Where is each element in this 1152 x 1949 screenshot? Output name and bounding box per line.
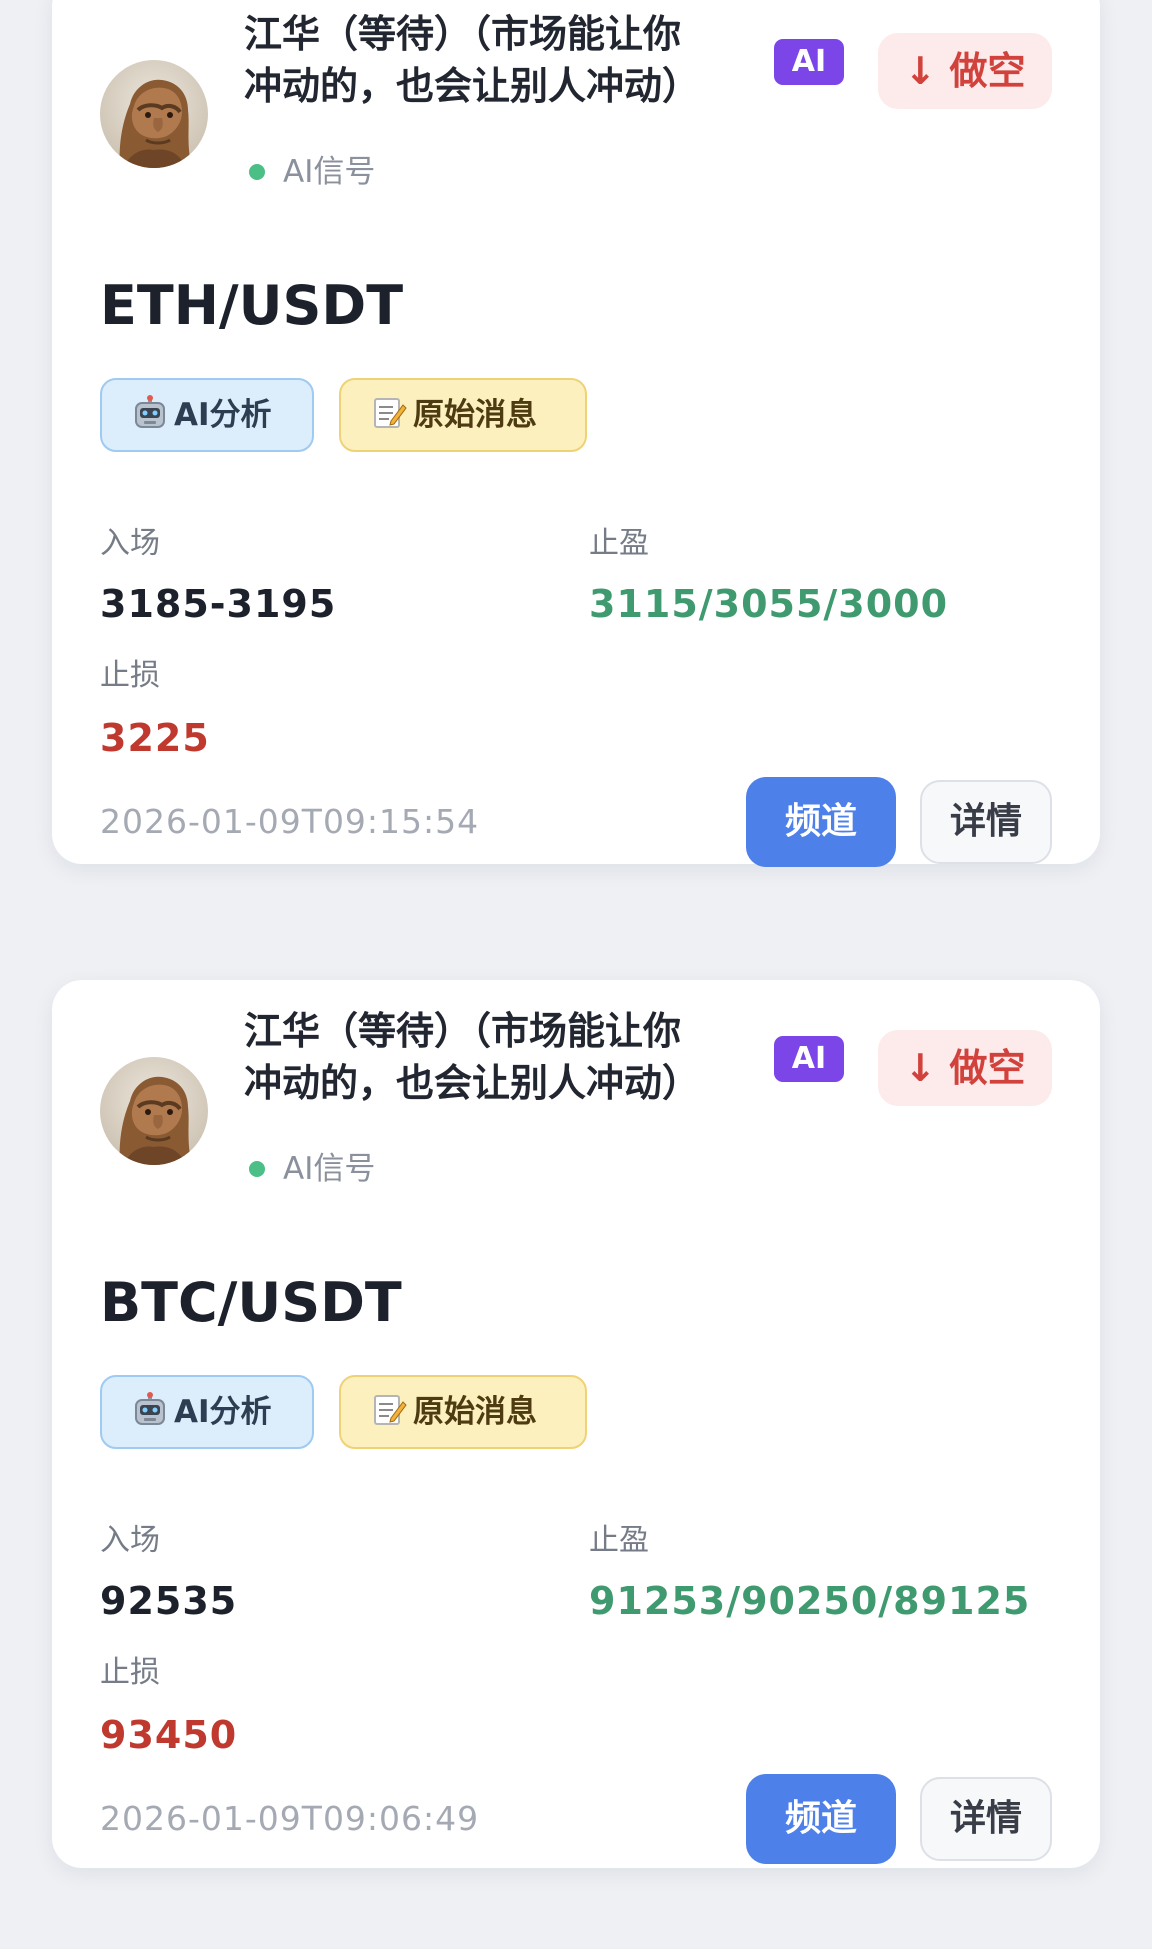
ai-badge: AI	[774, 39, 844, 85]
entry-label: 入场	[100, 1523, 160, 1558]
stop-loss-value: 93450	[100, 1713, 238, 1757]
stop-loss-value: 3225	[100, 716, 210, 760]
author-avatar[interactable]	[100, 1057, 208, 1165]
take-profit-label: 止盈	[589, 526, 649, 561]
ai-analysis-tag[interactable]: AI分析	[100, 1375, 314, 1449]
ai-badge: AI	[774, 1036, 844, 1082]
status-dot-icon	[249, 1160, 265, 1177]
ai-analysis-label: AI分析	[174, 397, 272, 433]
status-dot-icon	[249, 163, 265, 180]
take-profit-value: 3115/3055/3000	[589, 582, 949, 626]
detail-button[interactable]: 详情	[920, 780, 1052, 864]
author-name-line2: 冲动的，也会让别人冲动）	[244, 1061, 701, 1105]
signal-source-label: AI信号	[283, 1151, 376, 1187]
stop-loss-label: 止损	[100, 658, 160, 693]
memo-icon	[374, 1395, 407, 1425]
ape-avatar-icon	[100, 60, 208, 168]
direction-badge: ↓ 做空	[878, 1030, 1052, 1106]
entry-value: 3185-3195	[100, 582, 337, 626]
signal-card: 江华（等待）（市场能让你 冲动的，也会让别人冲动） AI ↓ 做空 AI信号 E…	[52, 0, 1100, 867]
trading-pair: ETH/USDT	[100, 274, 404, 337]
robot-icon	[135, 395, 165, 428]
raw-message-tag[interactable]: 原始消息	[339, 378, 587, 452]
author-name[interactable]: 江华（等待）（市场能让你 冲动的，也会让别人冲动）	[244, 1005, 764, 1109]
entry-label: 入场	[100, 526, 160, 561]
signal-timestamp: 2026-01-09T09:15:54	[100, 802, 480, 841]
author-name-line1: 江华（等待）（市场能让你	[244, 1009, 682, 1053]
signal-card: 江华（等待）（市场能让你 冲动的，也会让别人冲动） AI ↓ 做空 AI信号 B…	[52, 980, 1100, 1868]
channel-button[interactable]: 频道	[746, 1774, 896, 1864]
raw-message-tag[interactable]: 原始消息	[339, 1375, 587, 1449]
take-profit-label: 止盈	[589, 1523, 649, 1558]
channel-button[interactable]: 频道	[746, 777, 896, 867]
detail-button[interactable]: 详情	[920, 1777, 1052, 1861]
direction-badge: ↓ 做空	[878, 33, 1052, 109]
author-name[interactable]: 江华（等待）（市场能让你 冲动的，也会让别人冲动）	[244, 8, 764, 112]
trading-pair: BTC/USDT	[100, 1271, 402, 1334]
author-avatar[interactable]	[100, 60, 208, 168]
author-name-line2: 冲动的，也会让别人冲动）	[244, 64, 701, 108]
ai-analysis-label: AI分析	[174, 1394, 272, 1430]
memo-icon	[374, 398, 407, 428]
ai-analysis-tag[interactable]: AI分析	[100, 378, 314, 452]
author-name-line1: 江华（等待）（市场能让你	[244, 12, 682, 56]
signal-feed: 江华（等待）（市场能让你 冲动的，也会让别人冲动） AI ↓ 做空 AI信号 E…	[0, 0, 1152, 1949]
ape-avatar-icon	[100, 1057, 208, 1165]
signal-source-label: AI信号	[283, 154, 376, 190]
signal-timestamp: 2026-01-09T09:06:49	[100, 1799, 480, 1838]
raw-message-label: 原始消息	[413, 397, 537, 433]
take-profit-value: 91253/90250/89125	[589, 1579, 1031, 1623]
signal-source: AI信号	[244, 1149, 375, 1189]
raw-message-label: 原始消息	[413, 1394, 537, 1430]
stop-loss-label: 止损	[100, 1655, 160, 1690]
signal-source: AI信号	[244, 152, 375, 192]
entry-value: 92535	[100, 1579, 238, 1623]
robot-icon	[135, 1392, 165, 1425]
